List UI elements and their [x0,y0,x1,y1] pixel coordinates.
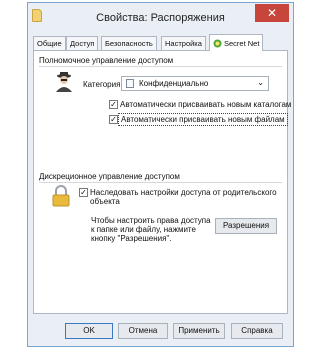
secret-net-panel: Полномочное управление доступом Категори… [33,50,292,314]
permissions-button[interactable]: Разрешения [215,218,277,234]
tab-customize[interactable]: Настройка [161,36,206,50]
category-label: Категория: [83,80,123,89]
chevron-down-icon: ⌄ [257,78,264,87]
tab-general[interactable]: Общие [33,36,66,50]
help-button[interactable]: Справка [231,323,283,339]
auto-files-label: Автоматически присваивать новым файлам [118,113,288,126]
inherit-checkbox[interactable]: ✓ [79,188,88,197]
mandatory-heading: Полномочное управление доступом [39,56,174,65]
auto-dirs-checkbox[interactable]: ✓ [109,100,118,109]
hint-line3: кнопку "Разрешения". [91,234,172,243]
properties-dialog: Свойства: Распоряжения ✕ Общие Доступ Бе… [27,2,294,347]
category-value: Конфиденциально [139,79,209,88]
divider [39,66,282,67]
inherit-label-line1: Наследовать настройки доступа от родител… [90,188,277,197]
category-select[interactable]: Конфиденциально ⌄ [121,76,269,91]
auto-dirs-label: Автоматически присваивать новым каталога… [120,100,292,109]
tab-secret-net-label: Secret Net [224,39,260,48]
hint-line1: Чтобы настроить права доступа [91,216,211,225]
discretionary-heading: Дискреционное управление доступом [39,172,180,181]
inherit-label-line2: объекта [90,197,120,206]
ok-button[interactable]: OK [65,323,113,339]
cancel-button[interactable]: Отмена [118,323,168,339]
tab-sharing[interactable]: Доступ [66,36,99,50]
title-bar: Свойства: Распоряжения ✕ [28,3,293,33]
apply-button[interactable]: Применить [173,323,225,339]
window-title: Свойства: Распоряжения [96,12,225,24]
auto-files-checkbox[interactable]: ✓ [109,115,118,124]
lock-icon [52,185,70,207]
document-icon [126,79,134,88]
divider [39,182,282,183]
agent-icon [56,72,72,92]
hint-line2: к папке или файлу, нажмите [91,225,196,234]
close-button[interactable]: ✕ [255,4,289,22]
tab-security[interactable]: Безопасность [101,36,157,50]
secret-net-icon [213,39,222,48]
tab-secret-net[interactable]: Secret Net [209,34,264,51]
